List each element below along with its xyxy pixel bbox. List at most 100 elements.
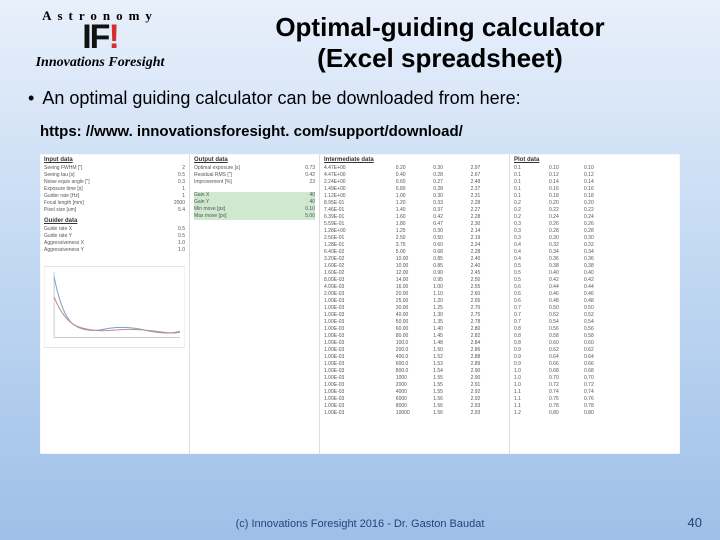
download-url: https: //www. innovationsforesight. com/… <box>0 115 720 150</box>
sheet-cell: 0.66 <box>584 361 616 368</box>
sheet-cell: 10.00 <box>396 263 430 270</box>
sheet-cell: 1.0 <box>514 382 546 389</box>
sheet-cell: 400.0 <box>396 354 430 361</box>
sheet-cell: 0.9 <box>514 354 546 361</box>
sheet-cell: 0.42 <box>433 214 467 221</box>
sheet-cell: 1.50 <box>433 347 467 354</box>
sheet-cell: 0.33 <box>433 200 467 207</box>
sheet-cell: 0.37 <box>433 207 467 214</box>
sheet-cell: 1.80 <box>396 221 430 228</box>
sheet-cell: 0.20 <box>396 165 430 172</box>
sheet-cell: 0.2 <box>514 200 546 207</box>
sheet-cell: 0.26 <box>584 221 616 228</box>
sheet-cell: 0.9 <box>514 361 546 368</box>
sheet-cell: 0.50 <box>549 305 581 312</box>
sheet-cell: 0.80 <box>584 410 616 417</box>
sheet-cell: 0.22 <box>584 207 616 214</box>
sheet-cell: 1.56 <box>433 403 467 410</box>
sheet-cell: 2.24 <box>471 242 505 249</box>
sheet-cell: 3.75 <box>396 242 430 249</box>
sheet-cell: 1000 <box>396 375 430 382</box>
sheet-cell: 0.20 <box>549 200 581 207</box>
sheet-cell: 0.68 <box>549 368 581 375</box>
sheet-cell: 0.1 <box>514 193 546 200</box>
sheet-cell: 4000 <box>396 389 430 396</box>
sheet-cell: 2.50 <box>471 277 505 284</box>
sheet-row: Gain Y40 <box>194 199 315 206</box>
sheet-cell: 1.2 <box>514 410 546 417</box>
sheet-cell: 1.30 <box>433 312 467 319</box>
logo-mark: IF! <box>20 22 180 53</box>
slide-title: Optimal-guiding calculator (Excel spread… <box>180 8 700 74</box>
sheet-cell: 16.00 <box>396 284 430 291</box>
sheet-cell: 0.70 <box>584 375 616 382</box>
sheet-cell: 0.44 <box>584 284 616 291</box>
sheet-cell: 0.14 <box>584 179 616 186</box>
sheet-cell: 0.56 <box>549 326 581 333</box>
sheet-cell: 1.28E+00 <box>324 228 393 235</box>
sheet-cell: 5.59E-01 <box>324 221 393 228</box>
logo: Astronomy IF! Innovations Foresight <box>20 8 180 71</box>
sheet-cell: 1.10 <box>433 291 467 298</box>
sheet-cell: 50.00 <box>396 319 430 326</box>
sheet-cell: 0.44 <box>549 284 581 291</box>
sheet-cell: 0.68 <box>433 249 467 256</box>
sheet-cell: 0.30 <box>584 235 616 242</box>
sheet-cell: 2.00E-03 <box>324 291 393 298</box>
sheet-cell: 0.62 <box>549 347 581 354</box>
sheet-cell: 30.00 <box>396 305 430 312</box>
sheet-cell: 0.6 <box>514 298 546 305</box>
sheet-cell: 0.24 <box>549 214 581 221</box>
sheet-cell: 1.28E-01 <box>324 242 393 249</box>
sheet-row: Max move [px]5.00 <box>194 213 315 220</box>
sheet-cell: 0.14 <box>549 179 581 186</box>
sheet-cell: 0.12 <box>549 172 581 179</box>
sheet-row: Focal length [mm]2000 <box>44 200 185 207</box>
sheet-cell: 0.1 <box>514 165 546 172</box>
sheet-cell: 2.50 <box>396 235 430 242</box>
sheet-cell: 2.30 <box>471 221 505 228</box>
sheet-row: Guide rate Y0.5 <box>44 233 185 240</box>
sheet-cell: 0.28 <box>549 228 581 235</box>
sheet-cell: 0.52 <box>549 312 581 319</box>
sheet-cell: 2.31 <box>471 193 505 200</box>
sheet-cell: 2.78 <box>471 319 505 326</box>
sheet-cell: 8000 <box>396 403 430 410</box>
sheet-cell: 0.48 <box>584 298 616 305</box>
sheet-cell: 1.00E-03 <box>324 326 393 333</box>
sheet-cell: 0.40 <box>396 172 430 179</box>
sheet-cell: 2.70 <box>471 305 505 312</box>
sheet-cell: 0.38 <box>584 263 616 270</box>
sheet-cell: 0.28 <box>433 186 467 193</box>
sheet-cell: 1.60 <box>396 214 430 221</box>
sheet-cell: 2.40 <box>471 263 505 270</box>
sheet-cell: 0.1 <box>514 172 546 179</box>
sheet-cell: 2.24E+00 <box>324 179 393 186</box>
sheet-cell: 2.80 <box>471 326 505 333</box>
sheet-cell: 0.7 <box>514 319 546 326</box>
sheet-cell: 2.14 <box>471 228 505 235</box>
sheet-cell: 0.6 <box>514 284 546 291</box>
sheet-cell: 2.82 <box>471 333 505 340</box>
sheet-cell: 0.7 <box>514 312 546 319</box>
sheet-cell: 4.47E+00 <box>324 165 393 172</box>
sheet-cell: 0.66 <box>549 361 581 368</box>
sheet-cell: 1.00E-03 <box>324 340 393 347</box>
sheet-cell: 0.60 <box>433 242 467 249</box>
sheet-cell: 2.92 <box>471 389 505 396</box>
sheet-cell: 0.85 <box>433 263 467 270</box>
sheet-cell: 0.42 <box>549 277 581 284</box>
sheet-cell: 2.65 <box>471 298 505 305</box>
sheet-cell: 2.60 <box>471 291 505 298</box>
sheet-cell: 0.5 <box>514 263 546 270</box>
sheet-cell: 0.52 <box>584 312 616 319</box>
sheet-cell: 1.00E-03 <box>324 382 393 389</box>
sheet-row: Guide rate X0.5 <box>44 226 185 233</box>
sheet-cell: 0.47 <box>433 221 467 228</box>
sheet-col2-header: Output data <box>194 157 315 163</box>
sheet-cell: 0.4 <box>514 249 546 256</box>
sheet-cell: 1.0 <box>514 368 546 375</box>
sheet-cell: 8.95E-01 <box>324 200 393 207</box>
sheet-cell: 0.3 <box>514 228 546 235</box>
sheet-cell: 0.36 <box>549 256 581 263</box>
